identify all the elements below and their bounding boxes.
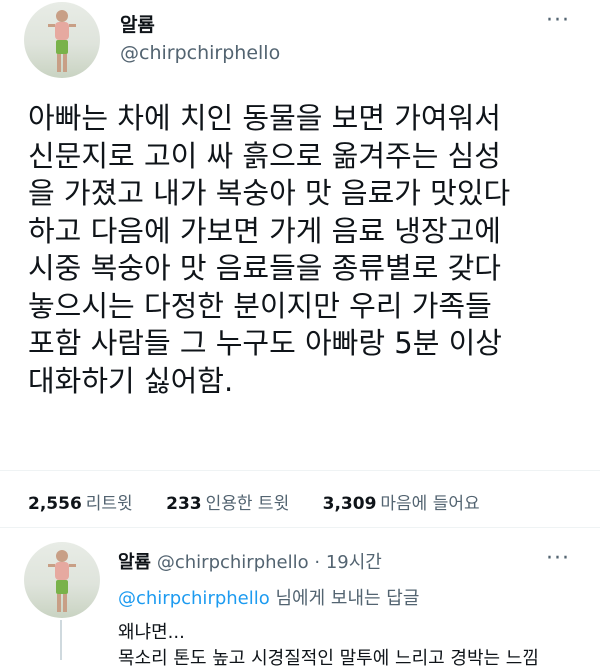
reply-author-name[interactable]: 알룜: [118, 552, 151, 573]
tweet-text-line: 놓으시는 다정한 분이지만 우리 가족들: [28, 288, 492, 323]
reply-text-line: 왜냐면...: [118, 622, 185, 643]
author-handle[interactable]: @chirpchirphello: [120, 42, 280, 64]
likes-stat[interactable]: 3,309 마음에 들어요: [323, 489, 480, 514]
retweets-label: 리트윗: [85, 494, 133, 514]
author-name[interactable]: 알룜: [120, 10, 155, 37]
tweet-text-line: 신문지로 고이 싸 흙으로 옮겨주는 심성: [28, 138, 501, 173]
reply-text-line: 목소리 톤도 높고 시경질적인 말투에 느리고 경박는 느낌: [118, 648, 539, 669]
divider: [0, 527, 600, 528]
reply-time[interactable]: 19시간: [326, 552, 382, 573]
tweet-text-line: 대화하기 싫어함.: [28, 363, 234, 398]
quotes-stat[interactable]: 233 인용한 트윗: [166, 489, 289, 514]
replying-to: @chirpchirphello 님에게 보내는 답글: [118, 584, 419, 610]
avatar-figure-icon: [48, 550, 76, 612]
replying-to-suffix: 님에게 보내는 답글: [269, 588, 420, 609]
tweet-text-line: 을 가졌고 내가 복숭아 맛 음료가 맛있다: [28, 176, 511, 210]
retweets-count: 2,556: [28, 494, 82, 514]
divider: [0, 470, 600, 471]
quotes-count: 233: [166, 494, 202, 514]
retweets-stat[interactable]: 2,556 리트윗: [28, 489, 133, 514]
tweet-text-line: 하고 다음에 가보면 가게 음료 냉장고에: [28, 213, 501, 248]
thread-line: [60, 620, 62, 660]
tweet-text-line: 시중 복숭아 맛 음료들을 종류별로 갖다: [28, 251, 501, 285]
author-avatar[interactable]: [24, 2, 100, 78]
replying-to-mention[interactable]: @chirpchirphello: [118, 588, 270, 609]
likes-label: 마음에 들어요: [380, 494, 480, 514]
tweet-text-line: 아빠는 차에 치인 동물을 보면 가여워서: [28, 101, 501, 135]
reply-more-options-icon[interactable]: ···: [546, 546, 570, 571]
reply-header: 알룜 @chirpchirphello · 19시간: [118, 548, 382, 574]
likes-count: 3,309: [322, 494, 377, 514]
reply-author-avatar[interactable]: [24, 542, 100, 618]
reply-author-handle[interactable]: @chirpchirphello: [157, 552, 309, 573]
avatar-figure-icon: [48, 10, 76, 72]
tweet-text-line: 포함 사람들 그 누구도 아빠랑 5분 이상: [28, 326, 502, 360]
reply-separator: ·: [314, 552, 321, 573]
tweet-text: 아빠는 차에 치인 동물을 보면 가여워서 신문지로 고이 싸 흙으로 옮겨주는…: [28, 100, 588, 400]
more-options-icon[interactable]: ···: [546, 8, 570, 33]
quotes-label: 인용한 트윗: [205, 494, 290, 514]
tweet-stats: 2,556 리트윗 233 인용한 트윗 3,309 마음에 들어요: [28, 489, 508, 514]
